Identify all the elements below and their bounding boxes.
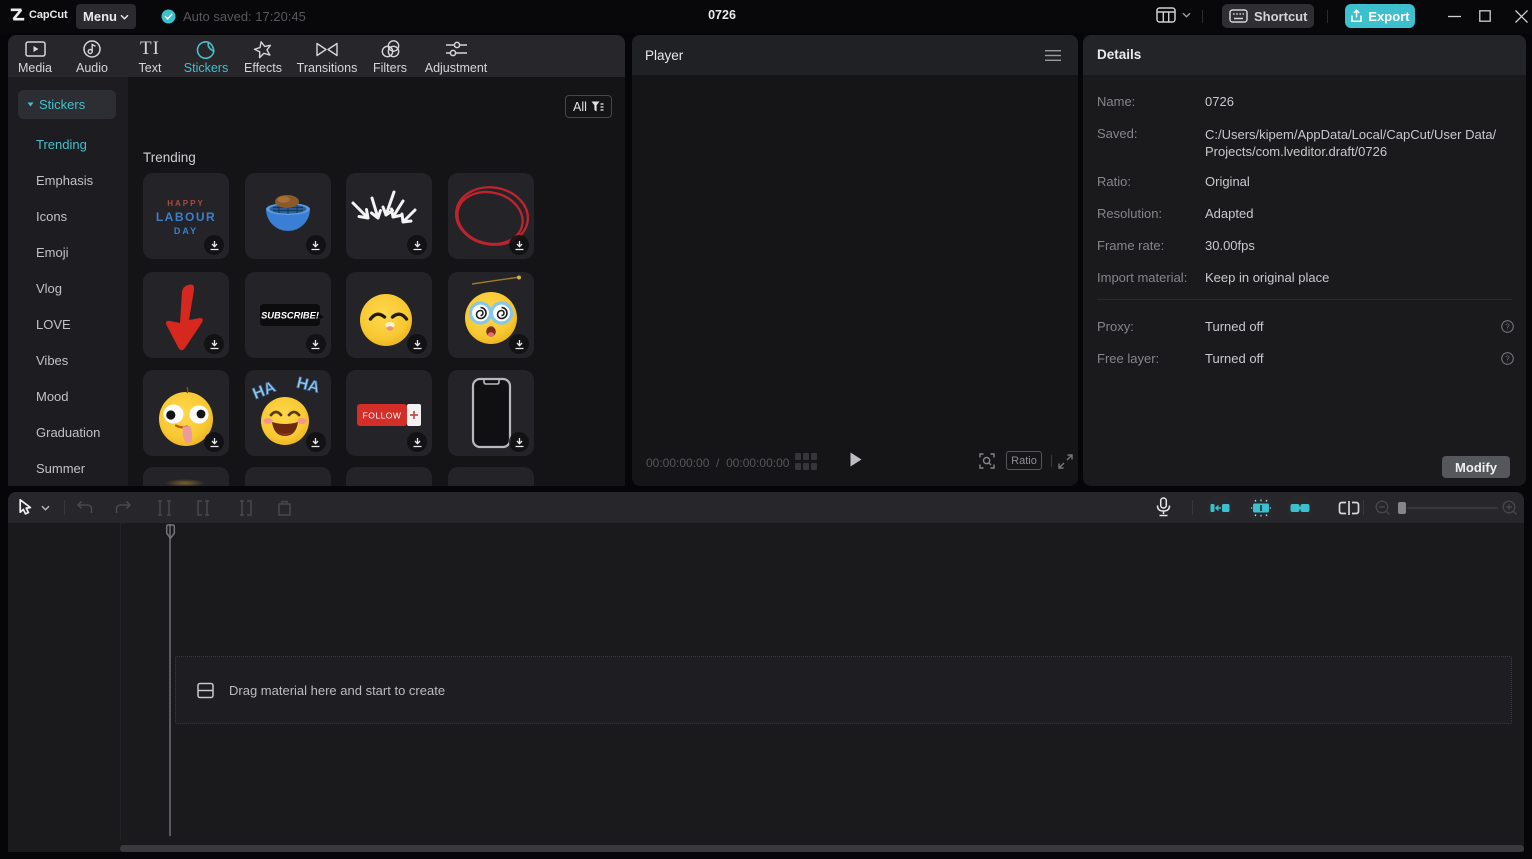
svg-text:FOLLOW: FOLLOW — [363, 411, 402, 421]
svg-text:?: ? — [1505, 322, 1510, 331]
svg-text:HA: HA — [295, 375, 322, 397]
svg-text:?: ? — [1505, 354, 1510, 363]
svg-text:HA: HA — [250, 378, 278, 403]
svg-text:SUBSCRIBE!: SUBSCRIBE! — [261, 311, 319, 321]
